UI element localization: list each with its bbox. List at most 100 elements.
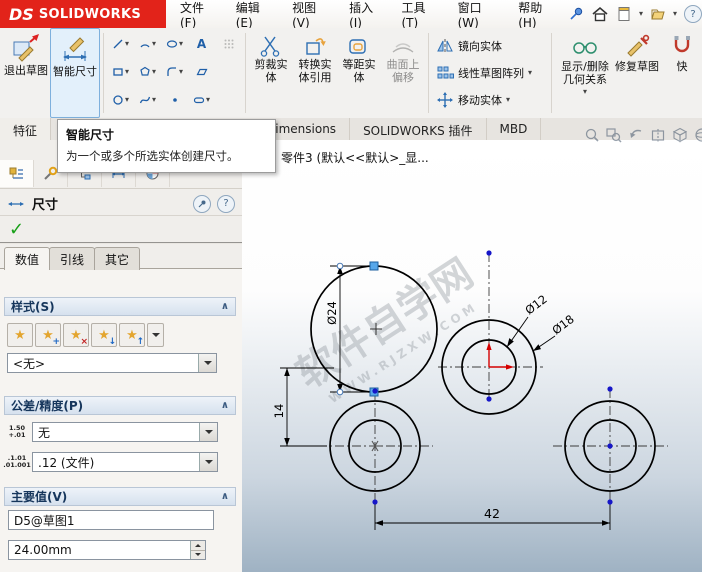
linear-pattern-caret-icon[interactable]: ▾ <box>528 69 532 77</box>
polygon-caret-icon[interactable]: ▾ <box>152 68 156 76</box>
zoom-area-icon[interactable] <box>606 127 622 143</box>
star-icon: ★ <box>14 327 26 343</box>
style-dropdown[interactable]: <无> <box>7 353 217 373</box>
sketch-picture-button[interactable] <box>223 38 235 50</box>
tab-mbd[interactable]: MBD <box>487 118 542 140</box>
plus-overlay-icon: + <box>52 337 60 347</box>
save-style-button[interactable]: ★ ↓ <box>91 323 117 347</box>
graphics-area[interactable]: 软件自学网 WWW.RJZXW.COM Ø24 14 42 Ø12 Ø18 零件… <box>242 140 702 572</box>
section-view-icon[interactable] <box>650 127 666 143</box>
ellipse-caret-icon[interactable]: ▾ <box>179 40 183 48</box>
spline-caret-icon[interactable]: ▾ <box>152 96 156 104</box>
delete-style-button[interactable]: ★ × <box>63 323 89 347</box>
tab-value[interactable]: 数值 <box>4 247 51 270</box>
tab-features[interactable]: 特征 <box>0 118 52 140</box>
new-document-icon[interactable] <box>616 6 632 22</box>
line-caret-icon[interactable]: ▾ <box>125 40 129 48</box>
plane-tool-button[interactable] <box>196 66 208 78</box>
feature-manager-tab[interactable] <box>0 160 34 187</box>
collapse-chevron-icon[interactable]: ∧ <box>221 491 229 502</box>
add-style-button[interactable]: ★ + <box>35 323 61 347</box>
previous-view-icon[interactable] <box>628 127 644 143</box>
display-delete-relations-button[interactable]: 显示/删除几何关系 ▾ <box>555 28 615 118</box>
command-manager-ribbon: 退出草图 智能尺寸 ▾ ▾ ▾ ▾ ▾ ▾ ▾ ▾ A ▾ 剪裁实体 转换实体引… <box>0 28 702 119</box>
keep-visible-pin-icon[interactable] <box>193 194 211 213</box>
help-icon[interactable]: ? <box>684 5 702 23</box>
zoom-fit-icon[interactable] <box>584 127 600 143</box>
style-dropdown-button[interactable] <box>198 354 216 372</box>
document-title-text: 零件3 (默认<<默认>_显... <box>281 151 429 165</box>
spin-down-button[interactable] <box>191 550 205 559</box>
collapse-chevron-icon[interactable]: ∧ <box>221 400 229 411</box>
precision-dropdown[interactable]: .12 (文件) <box>32 452 218 472</box>
display-style-icon[interactable] <box>694 127 702 143</box>
move-entities-caret-icon[interactable]: ▾ <box>506 96 510 104</box>
tolerance-section-header[interactable]: 公差/精度(P) ∧ <box>4 396 236 415</box>
dim-text-d18[interactable]: Ø18 <box>549 312 576 337</box>
fillet-caret-icon[interactable]: ▾ <box>179 68 183 76</box>
repair-sketch-button[interactable]: 修复草图 <box>615 28 659 118</box>
convert-entities-button[interactable]: 转换实体引用 <box>293 28 337 118</box>
tolerance-dropdown-button[interactable] <box>199 423 217 441</box>
primary-value-section-header[interactable]: 主要值(V) ∧ <box>4 487 236 506</box>
view-orientation-icon[interactable] <box>672 127 688 143</box>
trim-entities-button[interactable]: 剪裁实体 <box>249 28 293 118</box>
tolerance-dropdown[interactable]: 无 <box>32 422 218 442</box>
offset-entities-button[interactable]: 等距实体 <box>337 28 381 118</box>
tab-solidworks-addins[interactable]: SOLIDWORKS 插件 <box>350 118 487 140</box>
spline-tool-button[interactable]: ▾ <box>139 94 156 106</box>
confirm-row: ✓ <box>0 218 242 244</box>
rectangle-caret-icon[interactable]: ▾ <box>125 68 129 76</box>
circle-caret-icon[interactable]: ▾ <box>125 96 129 104</box>
dimension-d12[interactable] <box>506 316 529 348</box>
arc-tool-button[interactable]: ▾ <box>139 38 156 50</box>
property-help-icon[interactable]: ? <box>217 194 235 213</box>
arc-caret-icon[interactable]: ▾ <box>152 40 156 48</box>
dimension-value-input[interactable]: 24.00mm <box>8 540 206 560</box>
spin-up-button[interactable] <box>191 541 205 551</box>
polygon-tool-button[interactable]: ▾ <box>139 66 156 78</box>
tab-leaders[interactable]: 引线 <box>49 247 96 270</box>
fillet-tool-button[interactable]: ▾ <box>166 66 183 78</box>
move-entities-button[interactable]: 移动实体 ▾ <box>434 89 546 111</box>
home-icon[interactable] <box>591 6 609 22</box>
tooltip-title: 智能尺寸 <box>66 128 115 142</box>
load-style-button[interactable]: ★ ↑ <box>119 323 145 347</box>
style-section-header[interactable]: 样式(S) ∧ <box>4 297 236 316</box>
open-document-icon[interactable] <box>650 6 666 22</box>
dimension-name-input[interactable]: D5@草图1 <box>8 510 214 530</box>
smart-dimension-button[interactable]: 智能尺寸 <box>50 28 100 118</box>
sketch-canvas[interactable]: 软件自学网 WWW.RJZXW.COM Ø24 14 42 Ø12 Ø18 <box>242 140 702 572</box>
collapse-chevron-icon[interactable]: ∧ <box>221 301 229 312</box>
rectangle-tool-button[interactable]: ▾ <box>112 66 129 78</box>
pushpin-icon[interactable] <box>568 6 584 22</box>
dim-text-42[interactable]: 42 <box>484 506 500 521</box>
slot-caret-icon[interactable]: ▾ <box>206 96 210 104</box>
style-menu-button[interactable] <box>147 323 164 347</box>
mirror-entities-button[interactable]: 镜向实体 <box>434 35 546 57</box>
exit-sketch-button[interactable]: 退出草图 <box>2 28 50 118</box>
dimension-d18[interactable] <box>532 335 556 352</box>
text-tool-button[interactable]: A <box>197 37 206 51</box>
line-tool-button[interactable]: ▾ <box>112 38 129 50</box>
dim-text-14[interactable]: 14 <box>272 404 286 419</box>
slot-tool-button[interactable]: ▾ <box>193 94 210 106</box>
ok-button[interactable]: ✓ <box>9 221 24 239</box>
ellipse-tool-button[interactable]: ▾ <box>166 38 183 50</box>
relations-caret-icon[interactable]: ▾ <box>583 88 587 96</box>
pattern-tools-group: 镜向实体 线性草图阵列 ▾ 移动实体 ▾ <box>432 28 548 118</box>
trim-entities-label: 剪裁实体 <box>254 58 288 84</box>
circle-tool-button[interactable]: ▾ <box>112 94 129 106</box>
precision-dropdown-button[interactable] <box>199 453 217 471</box>
dim-text-d12[interactable]: Ø12 <box>522 292 549 317</box>
dim-text-d24[interactable]: Ø24 <box>325 301 339 325</box>
dimension-property-tabs: 数值 引线 其它 <box>4 247 141 270</box>
linear-sketch-pattern-button[interactable]: 线性草图阵列 ▾ <box>434 62 546 84</box>
quick-snaps-button[interactable]: 快 <box>659 28 702 118</box>
offset-on-surface-button[interactable]: 曲面上偏移 <box>381 28 425 118</box>
point-tool-button[interactable] <box>169 94 181 106</box>
new-document-caret-icon[interactable]: ▾ <box>639 10 643 18</box>
tab-other[interactable]: 其它 <box>94 247 141 270</box>
open-document-caret-icon[interactable]: ▾ <box>673 10 677 18</box>
apply-default-style-button[interactable]: ★ <box>7 323 33 347</box>
